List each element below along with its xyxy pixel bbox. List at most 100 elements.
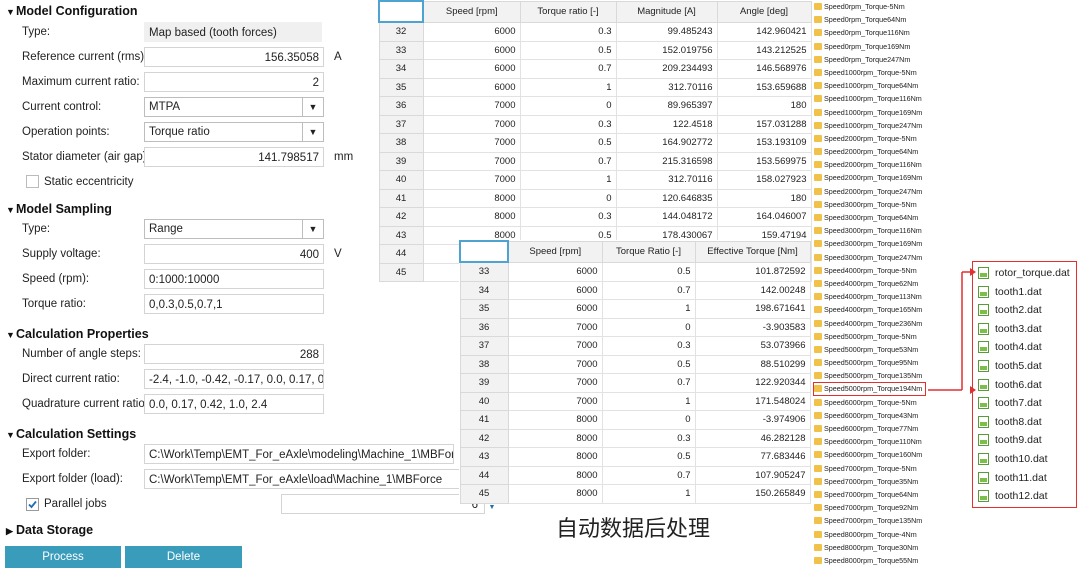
folder-item[interactable]: Speed6000rpm_Torque110Nm [813,435,973,448]
folder-item[interactable]: Speed6000rpm_Torque43Nm [813,409,973,422]
folder-item[interactable]: Speed6000rpm_Torque77Nm [813,422,973,435]
table-cell[interactable]: 0.7 [519,59,617,79]
folder-item[interactable]: Speed0rpm_Torque247Nm [813,53,973,66]
table-row[interactable]: 37 7000 0.3 122.4518 157.031288 [378,114,812,134]
file-item[interactable]: tooth7.dat [973,394,1076,413]
table-cell[interactable]: 180 [716,188,812,208]
folder-item[interactable]: Speed7000rpm_Torque-5Nm [813,462,973,475]
folder-item[interactable]: Speed7000rpm_Torque92Nm [813,501,973,514]
table-cell[interactable]: 8000 [422,188,521,208]
table-row[interactable]: 40 7000 1 312.70116 158.027923 [378,170,812,190]
column-header[interactable]: Effective Torque [Nm] [694,240,811,263]
folder-item[interactable]: Speed3000rpm_Torque169Nm [813,237,973,250]
table-corner-cell[interactable] [378,0,424,23]
table-cell[interactable]: 122.920344 [694,373,811,393]
table-cell[interactable]: 0.7 [601,465,696,485]
data-storage-header[interactable]: ▶ Data Storage [6,523,93,537]
table-row[interactable]: 43 8000 0.5 77.683446 [459,447,811,467]
table-cell[interactable]: 122.4518 [615,114,718,134]
table-row[interactable]: 36 7000 0 89.965397 180 [378,96,812,116]
table-cell[interactable]: -3.974906 [694,410,811,430]
file-item[interactable]: tooth12.dat [973,487,1076,506]
folder-item[interactable]: Speed2000rpm_Torque116Nm [813,158,973,171]
column-header[interactable]: Speed [rpm] [507,240,603,263]
folder-item[interactable]: Speed7000rpm_Torque35Nm [813,475,973,488]
supply-voltage-input[interactable]: 400 [144,244,324,264]
column-header[interactable]: Magnitude [A] [615,0,718,23]
current-control-select[interactable]: MTPA ▼ [144,97,324,117]
table-cell[interactable]: 144.048172 [615,207,718,227]
file-item[interactable]: tooth4.dat [973,338,1076,357]
table-cell[interactable]: 158.027923 [716,170,812,190]
table-row[interactable]: 39 7000 0.7 215.316598 153.569975 [378,151,812,171]
table-cell[interactable]: 0.5 [601,354,696,374]
folder-item[interactable]: Speed1000rpm_Torque64Nm [813,79,973,92]
table-cell[interactable]: 7000 [507,336,603,356]
table-cell[interactable]: 6000 [422,21,521,42]
folder-item[interactable]: Speed7000rpm_Torque64Nm [813,488,973,501]
torque-ratio-input[interactable]: 0,0.3,0.5,0.7,1 [144,294,324,314]
column-header[interactable]: Torque Ratio [-] [601,240,696,263]
static-eccentricity-checkbox[interactable] [26,175,39,188]
table-row[interactable]: 32 6000 0.3 99.485243 142.960421 [378,21,812,42]
table-cell[interactable]: 7000 [422,133,521,153]
table-cell[interactable]: 312.70116 [615,170,718,190]
file-item[interactable]: tooth10.dat [973,450,1076,469]
folder-item[interactable]: Speed1000rpm_Torque247Nm [813,119,973,132]
table-cell[interactable]: 164.046007 [716,207,812,227]
folder-item[interactable]: Speed8000rpm_Torque-4Nm [813,528,973,541]
folder-item[interactable]: Speed0rpm_Torque169Nm [813,40,973,53]
table-cell[interactable]: 153.193109 [716,133,812,153]
folder-item[interactable]: Speed1000rpm_Torque116Nm [813,92,973,105]
table-cell[interactable]: 0.3 [519,21,617,42]
table-cell[interactable]: 6000 [422,77,521,97]
table-row[interactable]: 42 8000 0.3 46.282128 [459,428,811,448]
folder-item[interactable]: Speed1000rpm_Torque-5Nm [813,66,973,79]
chevron-down-icon[interactable]: ▼ [302,220,323,238]
table-cell[interactable]: 152.019756 [615,40,718,60]
chevron-down-icon[interactable]: ▼ [302,98,323,116]
table-cell[interactable]: 7000 [422,96,521,116]
table-cell[interactable]: 8000 [507,484,603,504]
table-cell[interactable]: 77.683446 [694,447,811,467]
table-row[interactable]: 39 7000 0.7 122.920344 [459,373,811,393]
table-cell[interactable]: 1 [519,77,617,97]
table-cell[interactable]: 7000 [507,373,603,393]
folder-item[interactable]: Speed3000rpm_Torque116Nm [813,224,973,237]
folder-item[interactable]: Speed8000rpm_Torque55Nm [813,554,973,567]
table-cell[interactable]: 153.659688 [716,77,812,97]
chevron-down-icon[interactable]: ▼ [302,123,323,141]
table-cell[interactable]: 0.3 [601,336,696,356]
table-cell[interactable]: 46.282128 [694,428,811,448]
table-cell[interactable]: 0 [601,317,696,337]
model-sampling-header[interactable]: ▼Model Sampling [6,202,112,216]
process-button[interactable]: Process [5,546,121,568]
table-cell[interactable]: 7000 [507,354,603,374]
table-cell[interactable]: 101.872592 [694,261,811,282]
table-cell[interactable]: 7000 [507,317,603,337]
table-row[interactable]: 34 6000 0.7 209.234493 146.568976 [378,59,812,79]
file-item[interactable]: tooth5.dat [973,357,1076,376]
table-cell[interactable]: 1 [601,484,696,504]
table-cell[interactable]: 171.548024 [694,391,811,411]
folder-item[interactable]: Speed0rpm_Torque64Nm [813,13,973,26]
parallel-jobs-input[interactable]: 6 [281,494,485,514]
folder-item[interactable]: Speed2000rpm_Torque64Nm [813,145,973,158]
table-cell[interactable]: 7000 [422,170,521,190]
table-cell[interactable]: 0.7 [601,280,696,300]
folder-item[interactable]: Speed1000rpm_Torque169Nm [813,106,973,119]
table-cell[interactable]: 6000 [422,40,521,60]
table-cell[interactable]: 215.316598 [615,151,718,171]
table-row[interactable]: 33 6000 0.5 101.872592 [459,261,811,282]
table-cell[interactable]: 89.965397 [615,96,718,116]
table-cell[interactable]: 107.905247 [694,465,811,485]
table-cell[interactable]: 88.510299 [694,354,811,374]
folder-item[interactable]: Speed7000rpm_Torque135Nm [813,514,973,527]
table-cell[interactable]: 8000 [507,410,603,430]
sampling-type-select[interactable]: Range ▼ [144,219,324,239]
table-cell[interactable]: 198.671641 [694,299,811,319]
table-cell[interactable]: 146.568976 [716,59,812,79]
file-item[interactable]: tooth3.dat [973,320,1076,339]
table-cell[interactable]: 6000 [507,280,603,300]
folder-item[interactable]: Speed3000rpm_Torque64Nm [813,211,973,224]
